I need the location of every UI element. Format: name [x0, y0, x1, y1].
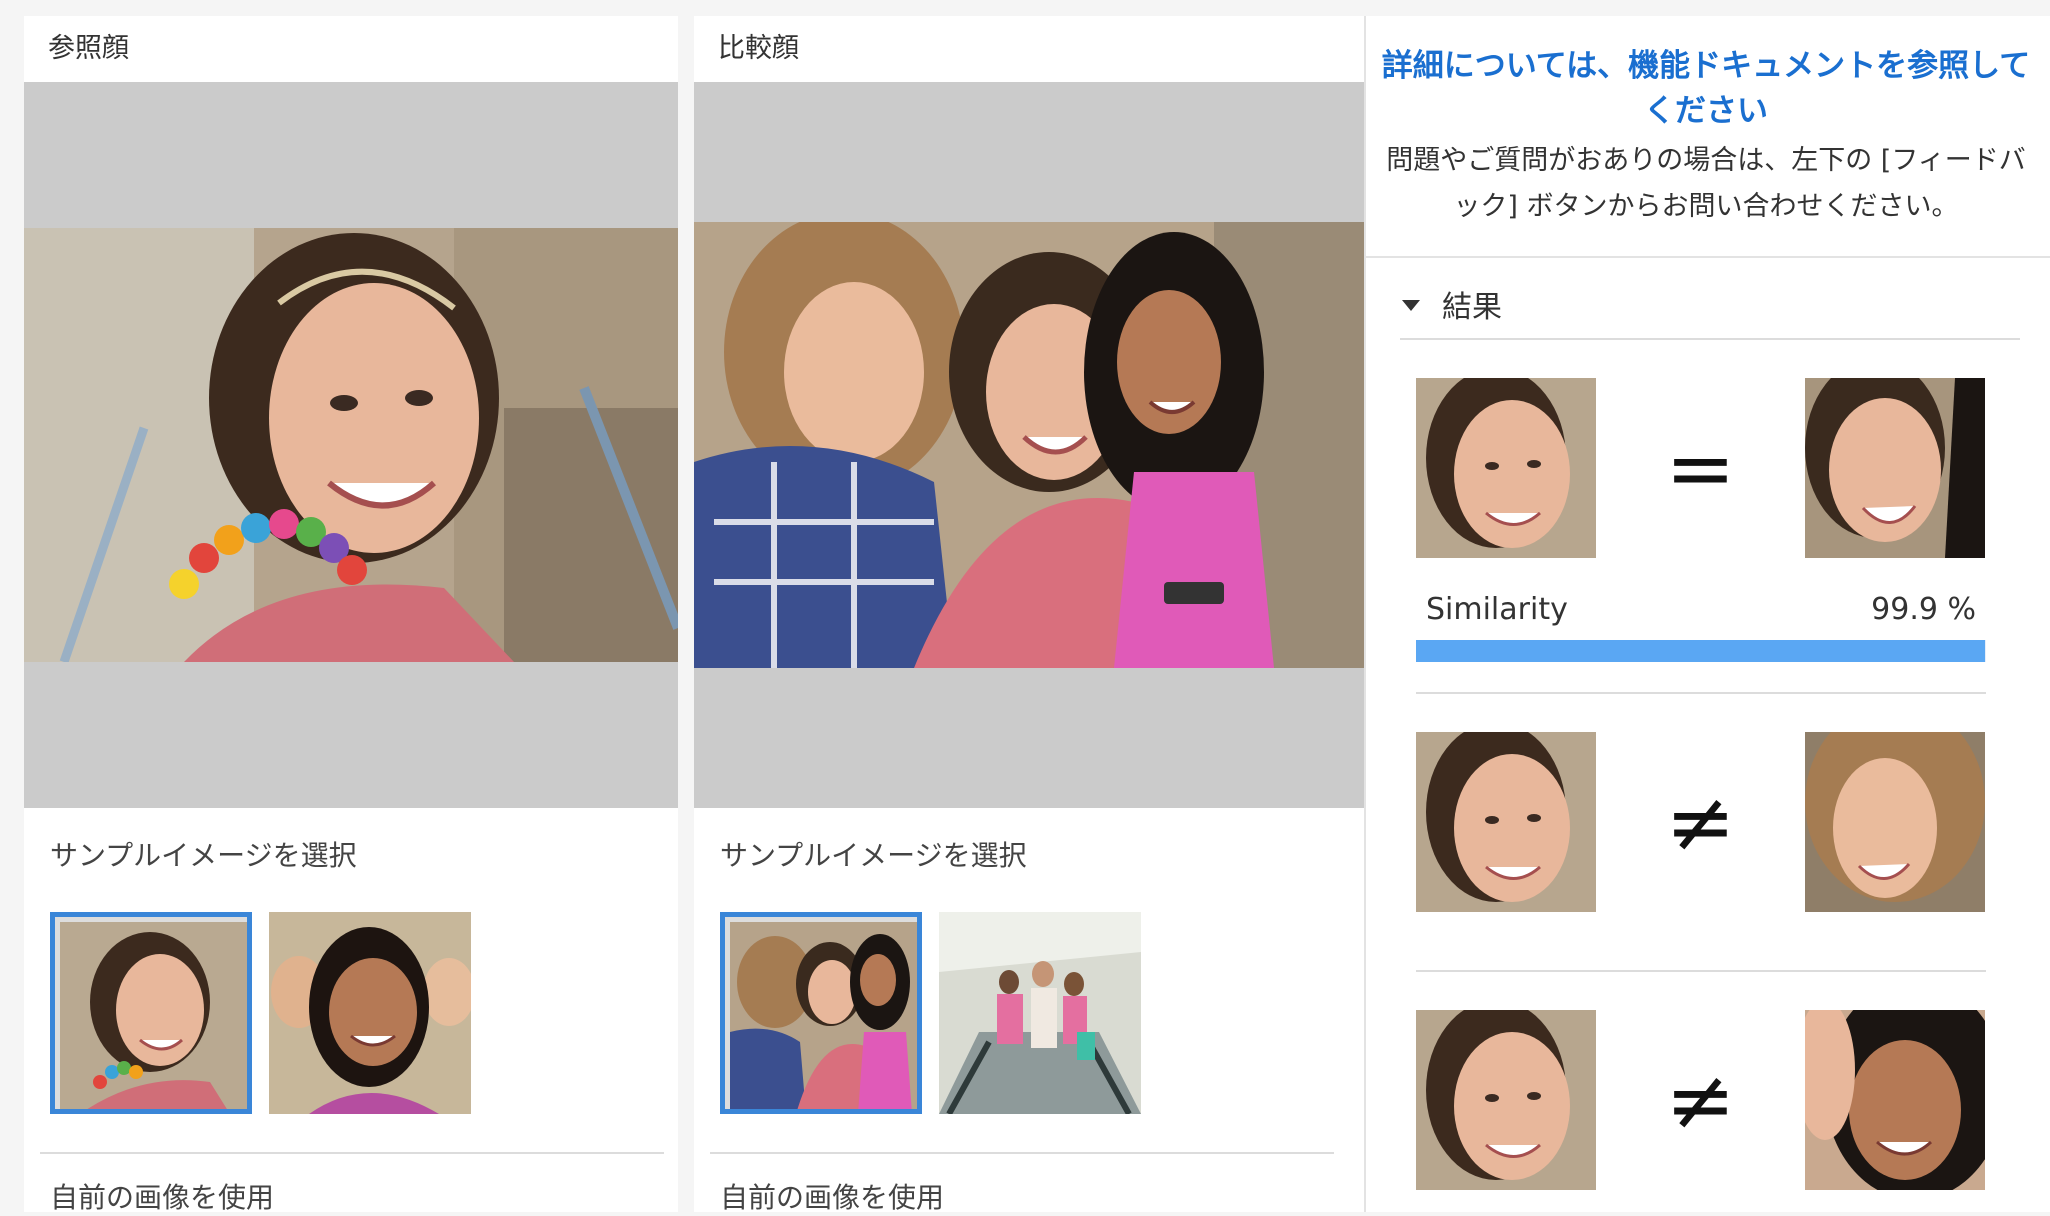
result-comparison-face [1805, 732, 1985, 912]
comparison-image-stage [694, 82, 1364, 808]
results-title: 結果 [1442, 290, 1502, 325]
reference-photo-art [24, 228, 678, 662]
comparison-sample-1[interactable] [720, 912, 922, 1114]
reference-divider [40, 1152, 664, 1154]
not-equal-sign-icon: ≠ [1665, 773, 1736, 871]
panel-separator [1366, 256, 2050, 258]
reference-own-image-title: 自前の画像を使用 [50, 1181, 275, 1214]
result-reference-face [1416, 378, 1596, 558]
reference-column: 参照顔 サンプルイメージを選択 自前の画像を使用 [24, 16, 678, 1214]
equal-sign-icon: = [1665, 419, 1736, 517]
comparison-sample-title: サンプルイメージを選択 [720, 839, 1027, 872]
caret-down-icon [1402, 299, 1420, 311]
feedback-help-text: 問題やご質問がおありの場合は、左下の [フィードバック] ボタンからお問い合わせ… [1386, 145, 2026, 222]
result-item: = Similarity 99.9 % [1416, 378, 1986, 678]
result-reference-face [1416, 732, 1596, 912]
similarity-row: Similarity 99.9 % [1426, 592, 1976, 627]
comparison-own-image-title: 自前の画像を使用 [720, 1181, 945, 1214]
result-comparison-face [1805, 378, 1985, 558]
result-reference-face [1416, 1010, 1596, 1190]
result-divider [1416, 692, 1986, 694]
results-panel: 詳細については、機能ドキュメントを参照してください 問題やご質問がおありの場合は… [1364, 16, 2050, 1212]
results-rule [1400, 338, 2020, 340]
result-comparison-face [1805, 1010, 1985, 1190]
reference-photo [24, 228, 678, 662]
reference-image-stage [24, 82, 678, 808]
result-item: ≠ [1416, 1010, 1986, 1190]
comparison-photo [694, 222, 1364, 668]
similarity-bar-fill [1416, 640, 1986, 662]
documentation-link[interactable]: 詳細については、機能ドキュメントを参照してください [1376, 44, 2036, 134]
result-divider [1416, 970, 1986, 972]
comparison-photo-art [694, 222, 1364, 668]
not-equal-sign-icon: ≠ [1665, 1051, 1736, 1149]
similarity-value: 99.9 % [1871, 592, 1976, 627]
reference-sample-title: サンプルイメージを選択 [50, 839, 357, 872]
comparison-divider [710, 1152, 1334, 1154]
comparison-sample-2[interactable] [939, 912, 1141, 1114]
reference-sample-2[interactable] [269, 912, 471, 1114]
comparison-column: 比較顔 サンプルイメージを選択 自前の画像を使用 [694, 16, 1364, 1214]
comparison-header: 比較顔 [718, 33, 799, 64]
results-toggle[interactable]: 結果 [1402, 278, 2022, 330]
reference-header: 参照顔 [48, 33, 129, 64]
similarity-label: Similarity [1426, 592, 1568, 627]
similarity-bar [1416, 640, 1986, 662]
face-comparison-page: 参照顔 サンプルイメージを選択 自前の画像を使用 比較顔 サンプルイメージを選択… [0, 0, 2050, 1214]
reference-sample-1[interactable] [50, 912, 252, 1114]
result-item: ≠ [1416, 732, 1986, 912]
